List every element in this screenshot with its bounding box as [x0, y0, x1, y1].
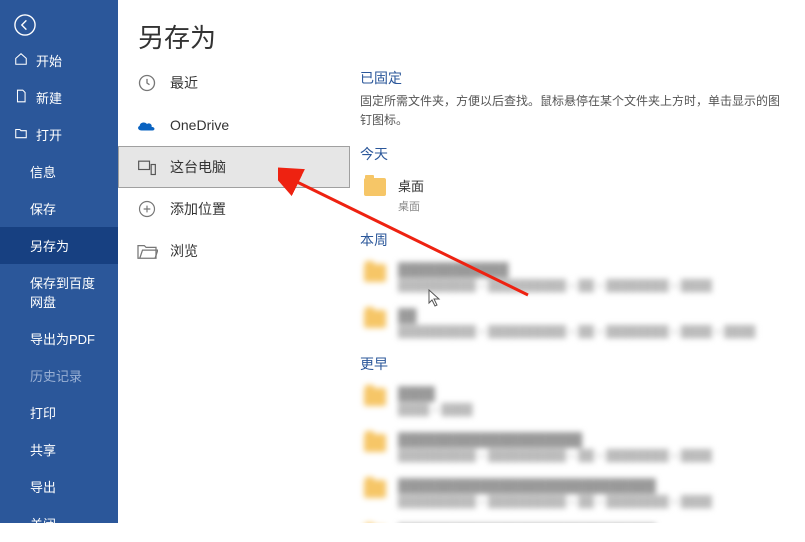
add-place-icon — [136, 198, 158, 220]
sidebar-item-label: 打印 — [30, 403, 56, 422]
folder-row[interactable]: ████████████████████ ██████████ » ██████… — [360, 424, 785, 470]
folder-sub: ██████████ » ██████████ » ██ » ████████ … — [398, 280, 712, 292]
sidebar-item-info[interactable]: 信息 — [0, 153, 118, 190]
folder-title: ████████████ — [398, 262, 712, 277]
location-onedrive[interactable]: OneDrive — [118, 104, 350, 146]
folder-icon — [364, 388, 386, 406]
week-heading: 本周 — [360, 230, 785, 250]
sidebar-item-label: 历史记录 — [30, 366, 82, 385]
location-label: 最近 — [170, 73, 198, 93]
sidebar-item-label: 导出 — [30, 477, 56, 496]
clock-icon — [136, 72, 158, 94]
sidebar-item-label: 关闭 — [30, 514, 56, 533]
folder-row[interactable]: ████████████ ██████████ » ██████████ » █… — [360, 254, 785, 300]
sidebar-item-print[interactable]: 打印 — [0, 394, 118, 431]
sidebar-item-label: 保存 — [30, 199, 56, 218]
pc-icon — [136, 156, 158, 178]
folder-title: ████████████████████ — [398, 432, 712, 447]
sidebar-item-share[interactable]: 共享 — [0, 431, 118, 468]
sidebar-item-history[interactable]: 历史记录 — [0, 357, 118, 394]
folder-row[interactable]: ████ ████ » ████ — [360, 378, 785, 424]
folder-icon — [364, 480, 386, 498]
location-add-place[interactable]: 添加位置 — [118, 188, 350, 230]
pinned-heading: 已固定 — [360, 68, 785, 88]
onedrive-icon — [136, 114, 158, 136]
folder-sub: ██████████ » ██████████ » ██ » ████████ … — [398, 450, 712, 462]
folder-row[interactable]: ████████████████████████████ ██████████ … — [360, 470, 785, 516]
sidebar-item-export-pdf[interactable]: 导出为PDF — [0, 320, 118, 357]
sidebar-item-label: 导出为PDF — [30, 329, 95, 348]
folder-title: ████ — [398, 386, 473, 401]
open-icon — [14, 126, 28, 143]
browse-folder-icon — [136, 240, 158, 262]
sidebar-item-save-baidu[interactable]: 保存到百度网盘 — [0, 264, 118, 320]
page-title: 另存为 — [138, 18, 216, 55]
folder-sub: ████ » ████ — [398, 404, 473, 416]
location-label: 浏览 — [170, 241, 198, 261]
location-label: 这台电脑 — [170, 157, 226, 177]
backstage-sidebar: 开始 新建 打开 信息 保存 另存为 保存到百度网盘 导出为PDF 历史记录 打… — [0, 0, 118, 523]
folder-sub: ██████████ » ██████████ » ██ » ████████ … — [398, 326, 755, 338]
location-label: 添加位置 — [170, 199, 226, 219]
sidebar-item-label: 新建 — [36, 88, 62, 107]
folder-row[interactable]: ████████████████████████████ ██████████ … — [360, 516, 785, 523]
folder-row[interactable]: ██ ██████████ » ██████████ » ██ » ██████… — [360, 300, 785, 346]
sidebar-item-saveas[interactable]: 另存为 — [0, 227, 118, 264]
location-list: 最近 OneDrive 这台电脑 添加位置 浏览 — [118, 0, 350, 523]
folder-sub: 桌面 — [398, 198, 424, 214]
back-button[interactable] — [0, 8, 118, 42]
detail-panel: 已固定 固定所需文件夹，方便以后查找。鼠标悬停在某个文件夹上方时，单击显示的图钉… — [350, 0, 805, 523]
pinned-hint: 固定所需文件夹，方便以后查找。鼠标悬停在某个文件夹上方时，单击显示的图钉图标。 — [360, 92, 785, 130]
earlier-heading: 更早 — [360, 354, 785, 374]
sidebar-item-open[interactable]: 打开 — [0, 116, 118, 153]
folder-sub: ██████████ » ██████████ » ██ » ████████ … — [398, 496, 712, 508]
location-label: OneDrive — [170, 117, 229, 133]
sidebar-item-label: 开始 — [36, 51, 62, 70]
location-browse[interactable]: 浏览 — [118, 230, 350, 272]
sidebar-item-export[interactable]: 导出 — [0, 468, 118, 505]
location-this-pc[interactable]: 这台电脑 — [118, 146, 350, 188]
folder-title: ██ — [398, 308, 755, 323]
folder-icon — [364, 310, 386, 328]
sidebar-item-label: 共享 — [30, 440, 56, 459]
sidebar-item-label: 保存到百度网盘 — [30, 273, 104, 311]
folder-row[interactable]: 桌面 桌面 — [360, 168, 785, 222]
folder-icon — [364, 264, 386, 282]
folder-title: 桌面 — [398, 176, 424, 195]
sidebar-item-save[interactable]: 保存 — [0, 190, 118, 227]
main-area: 另存为 最近 OneDrive 这台电脑 添加位置 — [118, 0, 805, 523]
sidebar-item-home[interactable]: 开始 — [0, 42, 118, 79]
sidebar-item-label: 另存为 — [30, 236, 69, 255]
sidebar-item-new[interactable]: 新建 — [0, 79, 118, 116]
today-heading: 今天 — [360, 144, 785, 164]
folder-icon — [364, 434, 386, 452]
new-icon — [14, 89, 28, 106]
sidebar-item-close[interactable]: 关闭 — [0, 505, 118, 542]
home-icon — [14, 52, 28, 69]
folder-icon — [364, 178, 386, 196]
location-recent[interactable]: 最近 — [118, 62, 350, 104]
sidebar-item-label: 信息 — [30, 162, 56, 181]
folder-title: ████████████████████████████ — [398, 478, 712, 493]
sidebar-item-label: 打开 — [36, 125, 62, 144]
